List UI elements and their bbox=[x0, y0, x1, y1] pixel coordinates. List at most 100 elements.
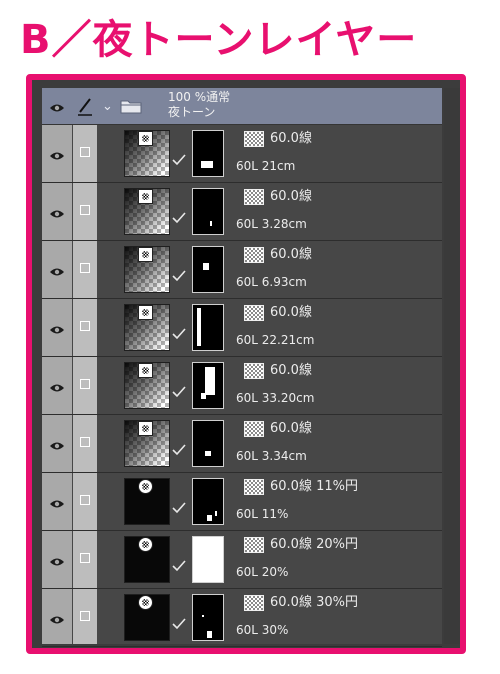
mask-mark bbox=[203, 263, 209, 270]
layer-name: 60L 33.20cm bbox=[236, 391, 315, 405]
tone-setting-label: 60.0線 bbox=[270, 305, 312, 320]
checkmark-icon bbox=[172, 615, 186, 630]
tone-setting-label: 60.0線 30%円 bbox=[270, 595, 358, 610]
dot-pattern-icon bbox=[244, 189, 264, 205]
dot-pattern-icon bbox=[244, 305, 264, 321]
layer-name: 60L 22.21cm bbox=[236, 333, 315, 347]
layer-row[interactable]: 60.0線 60L 6.93cm bbox=[42, 241, 442, 299]
layer-mask-thumbnail[interactable] bbox=[192, 594, 224, 641]
mask-mark bbox=[205, 451, 211, 456]
edit-target-checkbox[interactable] bbox=[80, 437, 90, 447]
layer-row[interactable]: 60.0線 60L 21cm bbox=[42, 125, 442, 183]
tone-layer-icon bbox=[138, 247, 153, 262]
layer-panel: ⌄ 100 %通常 夜トーン 60.0線 60L 21cm 60.0線 60L … bbox=[42, 88, 460, 647]
eye-icon[interactable] bbox=[49, 147, 65, 166]
layer-mask-thumbnail[interactable] bbox=[192, 188, 224, 235]
layer-mask-thumbnail[interactable] bbox=[192, 362, 224, 409]
layer-row[interactable]: 60.0線 11%円 60L 11% bbox=[42, 473, 442, 531]
tone-layer-icon bbox=[138, 479, 153, 494]
checkmark-icon bbox=[172, 441, 186, 456]
eye-icon[interactable] bbox=[49, 611, 65, 630]
layer-row[interactable]: 60.0線 30%円 60L 30% bbox=[42, 589, 442, 647]
eye-icon[interactable] bbox=[49, 553, 65, 572]
checkmark-icon bbox=[172, 383, 186, 398]
mask-mark bbox=[215, 511, 217, 516]
edit-target-checkbox[interactable] bbox=[80, 611, 90, 621]
checkmark-icon bbox=[172, 151, 186, 166]
eye-icon[interactable] bbox=[49, 437, 65, 456]
layer-mask-thumbnail[interactable] bbox=[192, 420, 224, 467]
edit-target-checkbox[interactable] bbox=[80, 553, 90, 563]
tone-layer-icon bbox=[138, 421, 153, 436]
highlight-frame: ⌄ 100 %通常 夜トーン 60.0線 60L 21cm 60.0線 60L … bbox=[26, 74, 466, 654]
edit-target-checkbox[interactable] bbox=[80, 263, 90, 273]
tone-setting-label: 60.0線 bbox=[270, 131, 312, 146]
edit-target-checkbox[interactable] bbox=[80, 379, 90, 389]
layer-name: 60L 3.34cm bbox=[236, 449, 307, 463]
tone-layer-icon bbox=[138, 363, 153, 378]
eye-icon[interactable] bbox=[49, 495, 65, 514]
layer-mask-thumbnail[interactable] bbox=[192, 130, 224, 177]
mask-mark bbox=[207, 515, 212, 521]
edit-target-checkbox[interactable] bbox=[80, 147, 90, 157]
layer-name: 60L 21cm bbox=[236, 159, 296, 173]
mask-mark bbox=[201, 393, 206, 399]
folder-layer-row[interactable]: ⌄ 100 %通常 夜トーン bbox=[42, 88, 442, 125]
chevron-down-icon[interactable]: ⌄ bbox=[102, 100, 113, 113]
layer-mask-thumbnail[interactable] bbox=[192, 478, 224, 525]
layer-name: 60L 11% bbox=[236, 507, 289, 521]
eye-icon[interactable] bbox=[49, 379, 65, 398]
edit-target-checkbox[interactable] bbox=[80, 205, 90, 215]
eye-icon[interactable] bbox=[49, 321, 65, 340]
dot-pattern-icon bbox=[244, 421, 264, 437]
dot-pattern-icon bbox=[244, 595, 264, 611]
layer-mask-thumbnail[interactable] bbox=[192, 246, 224, 293]
tone-layer-icon bbox=[138, 131, 153, 146]
dot-pattern-icon bbox=[244, 479, 264, 495]
layer-name: 60L 3.28cm bbox=[236, 217, 307, 231]
folder-name: 夜トーン bbox=[168, 105, 216, 119]
mask-mark bbox=[207, 631, 212, 638]
tone-setting-label: 60.0線 bbox=[270, 363, 312, 378]
layer-row[interactable]: 60.0線 60L 3.28cm bbox=[42, 183, 442, 241]
layer-row[interactable]: 60.0線 20%円 60L 20% bbox=[42, 531, 442, 589]
edit-target-checkbox[interactable] bbox=[80, 321, 90, 331]
dot-pattern-icon bbox=[244, 363, 264, 379]
mask-mark bbox=[202, 615, 204, 617]
folder-blend-info: 100 %通常 bbox=[168, 90, 231, 104]
checkmark-icon bbox=[172, 557, 186, 572]
scrollbar[interactable] bbox=[444, 88, 460, 644]
layer-mask-thumbnail[interactable] bbox=[192, 536, 224, 583]
page-title: B／夜トーンレイヤー bbox=[20, 17, 418, 63]
checkmark-icon bbox=[172, 499, 186, 514]
tone-layer-icon bbox=[138, 305, 153, 320]
mask-mark bbox=[201, 161, 213, 168]
layer-name: 60L 20% bbox=[236, 565, 289, 579]
edit-target-checkbox[interactable] bbox=[80, 495, 90, 505]
checkmark-icon bbox=[172, 209, 186, 224]
tone-setting-label: 60.0線 11%円 bbox=[270, 479, 358, 494]
pen-icon[interactable] bbox=[77, 96, 93, 116]
layer-name: 60L 30% bbox=[236, 623, 289, 637]
layer-mask-thumbnail[interactable] bbox=[192, 304, 224, 351]
tone-setting-label: 60.0線 bbox=[270, 421, 312, 436]
tone-setting-label: 60.0線 20%円 bbox=[270, 537, 358, 552]
layer-row[interactable]: 60.0線 60L 3.34cm bbox=[42, 415, 442, 473]
layer-row[interactable]: 60.0線 60L 33.20cm bbox=[42, 357, 442, 415]
tone-setting-label: 60.0線 bbox=[270, 189, 312, 204]
tone-layer-icon bbox=[138, 189, 153, 204]
mask-mark bbox=[197, 308, 201, 346]
eye-icon[interactable] bbox=[49, 205, 65, 224]
tone-layer-icon bbox=[138, 595, 153, 610]
mask-mark bbox=[205, 367, 215, 395]
layer-row[interactable]: 60.0線 60L 22.21cm bbox=[42, 299, 442, 357]
dot-pattern-icon bbox=[244, 537, 264, 553]
eye-icon[interactable] bbox=[49, 263, 65, 282]
tone-layer-icon bbox=[138, 537, 153, 552]
dot-pattern-icon bbox=[244, 131, 264, 147]
eye-icon[interactable] bbox=[49, 99, 65, 118]
tone-setting-label: 60.0線 bbox=[270, 247, 312, 262]
checkmark-icon bbox=[172, 267, 186, 282]
layer-name: 60L 6.93cm bbox=[236, 275, 307, 289]
mask-mark bbox=[210, 221, 212, 226]
